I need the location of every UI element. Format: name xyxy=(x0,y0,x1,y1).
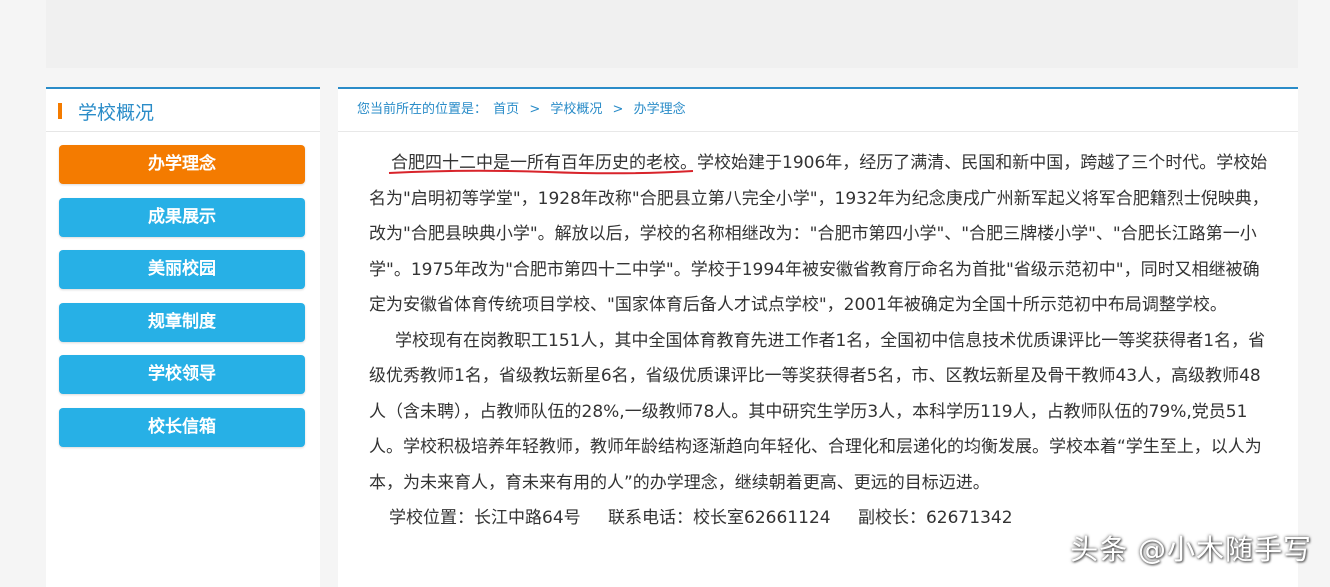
breadcrumb-separator: > xyxy=(612,102,624,117)
school-location: 学校位置：长江中路64号 xyxy=(389,508,581,528)
breadcrumb-home-link[interactable]: 首页 xyxy=(493,102,519,117)
vice-principal-phone: 副校长：62671342 xyxy=(857,508,1013,528)
main-content: 您当前所在的位置是： 首页 > 学校概况 > 办学理念 合肥四十二中是一所有百年… xyxy=(338,87,1298,587)
sidebar-header: 学校概况 xyxy=(46,89,320,132)
highlighted-text: 合肥四十二中是一所有百年历史的老校 xyxy=(388,153,694,175)
principal-phone: 联系电话：校长室62661124 xyxy=(608,508,831,528)
top-banner xyxy=(46,0,1298,68)
sidebar-menu: 办学理念 成果展示 美丽校园 规章制度 学校领导 校长信箱 xyxy=(59,145,305,460)
sidebar-item-achievements[interactable]: 成果展示 xyxy=(59,197,305,237)
sidebar-item-mailbox[interactable]: 校长信箱 xyxy=(59,407,305,447)
sidebar-item-campus[interactable]: 美丽校园 xyxy=(59,250,305,289)
sidebar-accent-bar xyxy=(58,103,62,119)
article-body: 合肥四十二中是一所有百年历史的老校 。学校始建于1906年，经历了满清、民国和新中… xyxy=(369,146,1269,537)
breadcrumb: 您当前所在的位置是： 首页 > 学校概况 > 办学理念 xyxy=(338,89,1298,132)
article-paragraph-staff: 学校现有在岗教职工151人，其中全国体育教育先进工作者1名，全国初中信息技术优质… xyxy=(369,330,1266,493)
sidebar: 学校概况 办学理念 成果展示 美丽校园 规章制度 学校领导 校长信箱 xyxy=(46,87,320,587)
sidebar-title: 学校概况 xyxy=(78,102,155,124)
breadcrumb-separator: > xyxy=(529,102,541,117)
breadcrumb-current-link[interactable]: 办学理念 xyxy=(634,102,686,117)
sidebar-item-rules[interactable]: 规章制度 xyxy=(59,302,305,342)
sidebar-item-leadership[interactable]: 学校领导 xyxy=(59,355,305,394)
sidebar-item-philosophy[interactable]: 办学理念 xyxy=(59,145,305,184)
watermark: 头条 @小木随手写 xyxy=(1070,533,1312,566)
breadcrumb-prefix: 您当前所在的位置是： xyxy=(357,102,488,117)
article-paragraph-history: 合肥四十二中是一所有百年历史的老校 。学校始建于1906年，经历了满清、民国和新中… xyxy=(369,153,1269,315)
red-underline-mark xyxy=(388,169,694,175)
breadcrumb-overview-link[interactable]: 学校概况 xyxy=(550,102,602,117)
